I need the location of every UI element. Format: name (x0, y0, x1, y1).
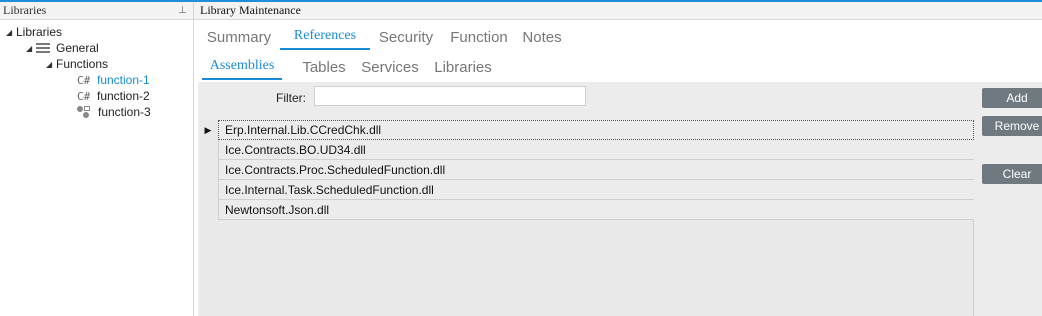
tab-security[interactable]: Security (378, 24, 434, 50)
csharp-icon: C# (77, 89, 91, 103)
libraries-panel: Libraries ⊥ ◢ Libraries ◢ General ◢ Func… (0, 2, 194, 316)
assembly-cell[interactable]: Ice.Internal.Task.ScheduledFunction.dll (218, 180, 974, 200)
library-icon (36, 43, 50, 53)
library-maintenance-panel: Library Maintenance Summary References S… (194, 2, 1042, 316)
table-row[interactable]: Ice.Internal.Task.ScheduledFunction.dll (200, 180, 974, 200)
subtab-libraries[interactable]: Libraries (434, 54, 492, 80)
tab-function[interactable]: Function (448, 24, 510, 50)
tree-node-function-1[interactable]: C# function-1 (77, 72, 150, 88)
tree-node-functions[interactable]: ◢ Functions (46, 56, 108, 72)
tab-summary[interactable]: Summary (202, 24, 276, 50)
subtab-services[interactable]: Services (360, 54, 420, 80)
main-panel-header: Library Maintenance (194, 2, 1042, 20)
table-row[interactable]: ▶ Erp.Internal.Lib.CCredChk.dll (200, 120, 974, 140)
panel-title: Libraries (3, 3, 47, 17)
tree-node-label: function-3 (98, 105, 151, 119)
tree-node-libraries[interactable]: ◢ Libraries (6, 24, 62, 40)
filter-input[interactable] (314, 86, 586, 106)
assembly-cell[interactable]: Erp.Internal.Lib.CCredChk.dll (218, 120, 974, 140)
tree-node-function-2[interactable]: C# function-2 (77, 88, 150, 104)
assembly-cell[interactable]: Newtonsoft.Json.dll (218, 200, 974, 220)
tree-node-function-3[interactable]: function-3 (77, 104, 151, 120)
tree-node-general[interactable]: ◢ General (26, 40, 99, 56)
expand-caret-icon[interactable]: ◢ (26, 44, 36, 53)
clear-button[interactable]: Clear (982, 164, 1042, 184)
remove-button[interactable]: Remove (982, 116, 1042, 136)
filter-label: Filter: (276, 91, 306, 105)
assembly-cell[interactable]: Ice.Contracts.BO.UD34.dll (218, 140, 974, 160)
table-row[interactable]: Newtonsoft.Json.dll (200, 200, 974, 220)
tree-node-label: function-1 (97, 73, 150, 87)
table-row[interactable]: Ice.Contracts.Proc.ScheduledFunction.dll (200, 160, 974, 180)
tab-notes[interactable]: Notes (520, 24, 564, 50)
tree-node-label: Functions (56, 57, 109, 71)
main-tabs: Summary References Security Function Not… (194, 24, 1042, 50)
assemblies-grid: ▶ Erp.Internal.Lib.CCredChk.dll Ice.Cont… (200, 120, 974, 316)
pin-icon[interactable]: ⊥ (178, 5, 187, 16)
page-title: Library Maintenance (200, 3, 301, 17)
assemblies-content: Filter: ▶ Erp.Internal.Lib.CCredChk.dll … (198, 82, 1042, 316)
csharp-icon: C# (77, 73, 91, 87)
tree-node-label: Libraries (16, 25, 63, 39)
tree-node-label: General (56, 41, 99, 55)
current-row-indicator-icon: ▶ (204, 124, 212, 135)
libraries-panel-header: Libraries ⊥ (0, 2, 193, 20)
add-button[interactable]: Add (982, 88, 1042, 108)
expand-caret-icon[interactable]: ◢ (46, 60, 56, 69)
expand-caret-icon[interactable]: ◢ (6, 28, 16, 37)
workflow-function-icon (77, 106, 93, 118)
tree-node-label: function-2 (97, 89, 150, 103)
references-subtabs: Assemblies Tables Services Libraries (194, 54, 1042, 80)
subtab-tables[interactable]: Tables (298, 54, 350, 80)
subtab-assemblies[interactable]: Assemblies (202, 54, 282, 80)
assembly-cell[interactable]: Ice.Contracts.Proc.ScheduledFunction.dll (218, 160, 974, 180)
tab-references[interactable]: References (280, 24, 370, 50)
table-row[interactable]: Ice.Contracts.BO.UD34.dll (200, 140, 974, 160)
